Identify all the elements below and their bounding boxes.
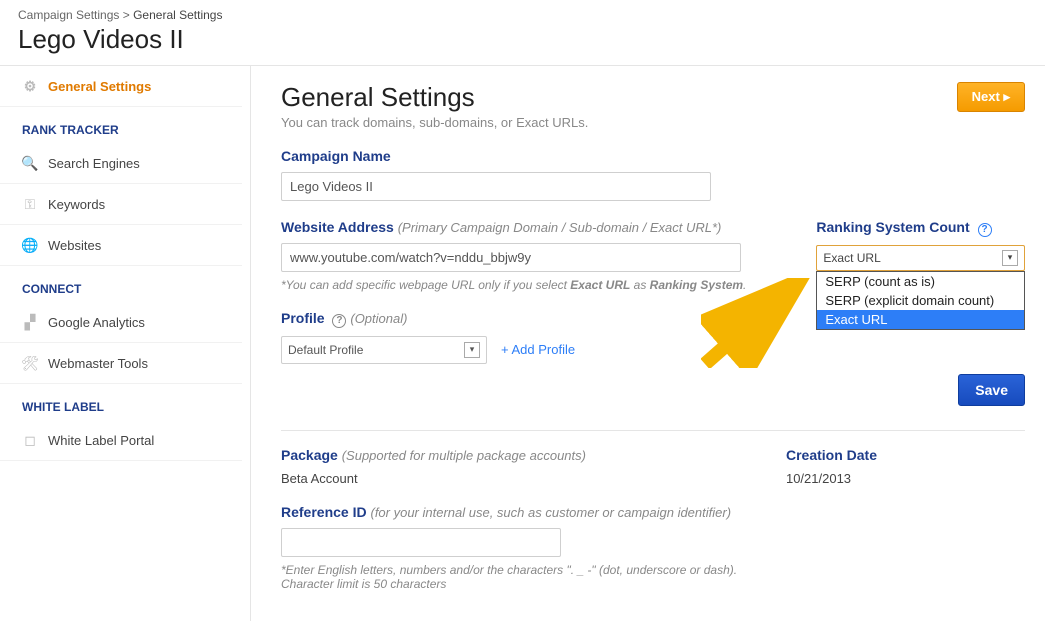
chevron-down-icon: ▾ [1002,250,1018,266]
ranking-option-serp-asis[interactable]: SERP (count as is) [817,272,1024,291]
creation-date-label: Creation Date [786,447,877,463]
reference-id-note: *Enter English letters, numbers and/or t… [281,563,1025,591]
sidebar-item-label: General Settings [48,79,151,94]
campaign-name-input[interactable] [281,172,711,201]
help-icon[interactable]: ? [332,314,346,328]
page-header: Campaign Settings > General Settings Leg… [0,0,1045,65]
sidebar-item-label: Google Analytics [48,315,145,330]
page-title: Lego Videos II [18,24,1027,55]
portal-icon: ◻ [22,432,38,448]
main-panel: General Settings You can track domains, … [250,66,1045,621]
creation-date-value: 10/21/2013 [786,471,877,486]
key-icon: ⚿ [22,196,38,212]
globe-icon: 🌐 [22,237,38,253]
main-title: General Settings [281,82,588,113]
sidebar-item-label: Websites [48,238,101,253]
chevron-down-icon: ▾ [464,342,480,358]
ranking-system-selected: Exact URL [823,251,880,265]
sidebar-item-label: Webmaster Tools [48,356,148,371]
sidebar-item-label: Keywords [48,197,105,212]
ranking-system-dropdown: SERP (count as is) SERP (explicit domain… [816,271,1025,330]
help-icon[interactable]: ? [978,223,992,237]
next-button[interactable]: Next ▸ [957,82,1025,112]
profile-hint: (Optional) [350,311,407,326]
ranking-option-exact-url[interactable]: Exact URL [817,310,1024,329]
add-profile-link[interactable]: + Add Profile [501,342,575,357]
chevron-right-icon: ▸ [1003,89,1010,104]
analytics-icon: ▞ [22,314,38,330]
ranking-option-serp-explicit[interactable]: SERP (explicit domain count) [817,291,1024,310]
sidebar: ⚙ General Settings RANK TRACKER 🔍 Search… [0,66,242,461]
reference-id-hint: (for your internal use, such as customer… [370,505,731,520]
breadcrumb-current: General Settings [133,8,222,22]
profile-select[interactable]: Default Profile ▾ [281,336,487,364]
reference-id-label: Reference ID (for your internal use, suc… [281,504,1025,520]
main-subtitle: You can track domains, sub-domains, or E… [281,115,588,130]
sidebar-item-white-label-portal[interactable]: ◻ White Label Portal [0,420,242,461]
save-button[interactable]: Save [958,374,1025,406]
sidebar-section-rank-tracker: RANK TRACKER [0,107,242,143]
search-icon: 🔍 [22,155,38,171]
website-address-input[interactable] [281,243,741,272]
package-hint: (Supported for multiple package accounts… [342,448,586,463]
gear-icon: ⚙ [22,78,38,94]
campaign-name-label: Campaign Name [281,148,1025,164]
sidebar-item-search-engines[interactable]: 🔍 Search Engines [0,143,242,184]
ranking-system-select[interactable]: Exact URL ▾ [816,245,1025,271]
sidebar-item-label: White Label Portal [48,433,154,448]
ranking-system-label: Ranking System Count ? [816,219,1025,237]
breadcrumb-parent[interactable]: Campaign Settings [18,8,119,22]
website-address-label: Website Address (Primary Campaign Domain… [281,219,746,235]
sidebar-item-google-analytics[interactable]: ▞ Google Analytics [0,302,242,343]
profile-select-value: Default Profile [288,343,363,357]
sidebar-section-white-label: WHITE LABEL [0,384,242,420]
package-label: Package (Supported for multiple package … [281,447,586,463]
package-value: Beta Account [281,471,586,486]
reference-id-input[interactable] [281,528,561,557]
sidebar-item-webmaster-tools[interactable]: 🛠 Webmaster Tools [0,343,242,384]
website-address-note: *You can add specific webpage URL only i… [281,278,746,292]
breadcrumb-sep: > [123,8,130,22]
sidebar-section-connect: CONNECT [0,266,242,302]
sidebar-item-general[interactable]: ⚙ General Settings [0,66,242,107]
next-button-label: Next [972,89,1000,104]
tools-icon: 🛠 [22,355,38,371]
sidebar-item-label: Search Engines [48,156,140,171]
sidebar-item-websites[interactable]: 🌐 Websites [0,225,242,266]
sidebar-item-keywords[interactable]: ⚿ Keywords [0,184,242,225]
breadcrumb: Campaign Settings > General Settings [18,8,1027,22]
website-address-hint: (Primary Campaign Domain / Sub-domain / … [398,220,722,235]
